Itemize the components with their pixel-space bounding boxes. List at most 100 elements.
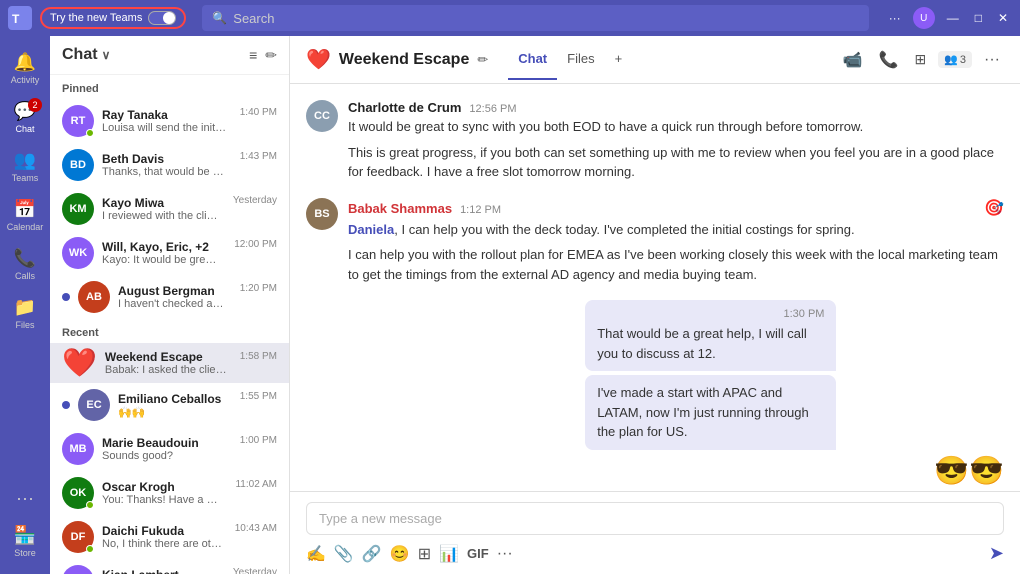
chat-item-time: 1:43 PM — [240, 149, 277, 162]
compose-box[interactable]: Type a new message — [306, 502, 1004, 535]
sidebar-item-calendar-label: Calendar — [7, 222, 44, 232]
chat-item-preview: You: Thanks! Have a nice weekend — [102, 494, 223, 506]
list-item[interactable]: AB August Bergman I haven't checked avai… — [50, 275, 289, 319]
search-input[interactable] — [233, 11, 858, 26]
list-item[interactable]: RT Ray Tanaka Louisa will send the initi… — [50, 99, 289, 143]
message-content: Babak Shammas 1:12 PM 🎯 Daniela, I can h… — [348, 198, 1004, 285]
chat-item-name: Beth Davis — [102, 152, 228, 166]
sidebar-item-files[interactable]: 📁 Files — [0, 289, 50, 338]
list-item[interactable]: KM Kayo Miwa I reviewed with the client … — [50, 187, 289, 231]
chat-item-content: Daichi Fukuda No, I think there are othe… — [102, 524, 223, 550]
edit-icon[interactable]: ✏ — [477, 52, 488, 68]
chat-item-time: Yesterday — [233, 193, 277, 206]
apps-btn[interactable]: ⊞ — [418, 544, 431, 564]
heart-header-icon: ❤️ — [306, 47, 331, 72]
pinned-section-label: Pinned — [50, 75, 289, 99]
filter-btn[interactable]: ≡ — [249, 47, 257, 64]
chat-header-actions: 📹 📞 ⊞ 👥 3 ··· — [839, 46, 1004, 74]
audio-call-btn[interactable]: 📞 — [875, 46, 903, 74]
minimize-btn[interactable]: — — [943, 9, 963, 27]
sidebar-item-calls-label: Calls — [15, 271, 35, 281]
participants-badge[interactable]: 👥 3 — [938, 51, 972, 68]
avatar: KL — [62, 565, 94, 574]
try-new-teams-label: Try the new Teams — [50, 12, 142, 24]
try-new-teams-toggle[interactable] — [148, 11, 176, 25]
video-call-btn[interactable]: 📹 — [839, 46, 867, 74]
tab-files[interactable]: Files — [557, 39, 604, 80]
chat-item-preview: I haven't checked available times yet — [118, 298, 228, 310]
sidebar-item-more[interactable]: ··· — [0, 480, 50, 517]
message-text: That would be a great help, I will call … — [597, 324, 824, 363]
close-btn[interactable]: ✕ — [994, 9, 1012, 27]
more-options-btn[interactable]: ··· — [885, 9, 905, 27]
chat-item-preview: Kayo: It would be great to sync with... — [102, 254, 222, 266]
message-group: CC Charlotte de Crum 12:56 PM It would b… — [306, 100, 1004, 182]
mention-daniela: Daniela — [348, 222, 394, 237]
avatar: BD — [62, 149, 94, 181]
unread-dot — [62, 293, 70, 301]
list-item[interactable]: BD Beth Davis Thanks, that would be nice… — [50, 143, 289, 187]
chat-item-time: 1:20 PM — [240, 281, 277, 294]
sidebar-item-activity[interactable]: 🔔 Activity — [0, 44, 50, 93]
chat-item-preview: Babak: I asked the client to send her fe… — [105, 364, 228, 376]
more-compose-btn[interactable]: ··· — [497, 545, 513, 563]
chart-btn[interactable]: 📊 — [439, 544, 459, 564]
chat-title-chevron[interactable]: ∨ — [102, 48, 111, 62]
sidebar-item-calls[interactable]: 📞 Calls — [0, 240, 50, 289]
send-button[interactable]: ➤ — [989, 543, 1004, 564]
sidebar-item-chat[interactable]: 💬 2 Chat — [0, 93, 50, 142]
sidebar-item-teams[interactable]: 👥 Teams — [0, 142, 50, 191]
chat-header: ❤️ Weekend Escape ✏ Chat Files + 📹 📞 ⊞ — [290, 36, 1020, 84]
more-options-btn[interactable]: ··· — [980, 47, 1004, 73]
link-btn[interactable]: 🔗 — [362, 544, 382, 564]
try-new-teams-banner[interactable]: Try the new Teams — [40, 7, 186, 29]
message-text: This is great progress, if you both can … — [348, 143, 1004, 182]
sidebar-item-store[interactable]: 🏪 Store — [0, 517, 50, 566]
message-text: It would be great to sync with you both … — [348, 117, 1004, 137]
emoji-btn[interactable]: 😊 — [390, 544, 410, 564]
search-bar[interactable]: 🔍 — [202, 5, 868, 31]
chat-badge: 2 — [28, 98, 42, 112]
list-item[interactable]: KL Kian Lambert Have you run this by Bet… — [50, 559, 289, 574]
screen-share-btn[interactable]: ⊞ — [910, 47, 930, 72]
chat-item-time: 10:43 AM — [235, 521, 277, 534]
message-header: Charlotte de Crum 12:56 PM — [348, 100, 1004, 115]
list-item[interactable]: EC Emiliano Ceballos 🙌🙌 1:55 PM — [50, 383, 289, 427]
chat-item-content: Marie Beaudouin Sounds good? — [102, 436, 228, 462]
list-item[interactable]: DF Daichi Fukuda No, I think there are o… — [50, 515, 289, 559]
list-item[interactable]: ❤️ Weekend Escape Babak: I asked the cli… — [50, 343, 289, 383]
teams-logo-icon: T — [8, 6, 32, 30]
giphy-btn[interactable]: GIF — [467, 546, 489, 561]
status-dot — [86, 501, 94, 509]
sidebar-item-activity-label: Activity — [11, 75, 40, 85]
format-btn[interactable]: ✍ — [306, 544, 326, 564]
chat-item-name: Emiliano Ceballos — [118, 392, 228, 406]
chat-header-title: Weekend Escape ✏ Chat Files + — [339, 39, 839, 80]
maximize-btn[interactable]: □ — [971, 9, 986, 27]
chat-item-name: Ray Tanaka — [102, 108, 228, 122]
new-chat-btn[interactable]: ✏ — [265, 47, 277, 64]
avatar: MB — [62, 433, 94, 465]
list-item[interactable]: OK Oscar Krogh You: Thanks! Have a nice … — [50, 471, 289, 515]
tab-chat[interactable]: Chat — [508, 39, 557, 80]
chat-item-name: Kayo Miwa — [102, 196, 221, 210]
chat-item-content: Weekend Escape Babak: I asked the client… — [105, 350, 228, 376]
sidebar-item-calendar[interactable]: 📅 Calendar — [0, 191, 50, 240]
status-dot — [86, 129, 94, 137]
chat-item-content: Will, Kayo, Eric, +2 Kayo: It would be g… — [102, 240, 222, 266]
add-tab-btn[interactable]: + — [605, 39, 633, 80]
chat-item-preview: Louisa will send the initial list of att… — [102, 122, 228, 134]
chat-item-name: Kian Lambert — [102, 568, 221, 574]
avatar: KM — [62, 193, 94, 225]
files-icon: 📁 — [14, 297, 36, 318]
participants-icon: 👥 — [944, 53, 958, 66]
list-item[interactable]: MB Marie Beaudouin Sounds good? 1:00 PM — [50, 427, 289, 471]
message-author: Babak Shammas — [348, 201, 452, 216]
attach-btn[interactable]: 📎 — [334, 544, 354, 564]
user-avatar[interactable]: U — [913, 7, 935, 29]
calendar-icon: 📅 — [14, 199, 36, 220]
chat-item-content: Beth Davis Thanks, that would be nice. — [102, 152, 228, 178]
message-bubble-container: 1:30 PM That would be a great help, I wi… — [585, 300, 1004, 487]
sidebar-item-chat-label: Chat — [15, 124, 34, 134]
list-item[interactable]: WK Will, Kayo, Eric, +2 Kayo: It would b… — [50, 231, 289, 275]
